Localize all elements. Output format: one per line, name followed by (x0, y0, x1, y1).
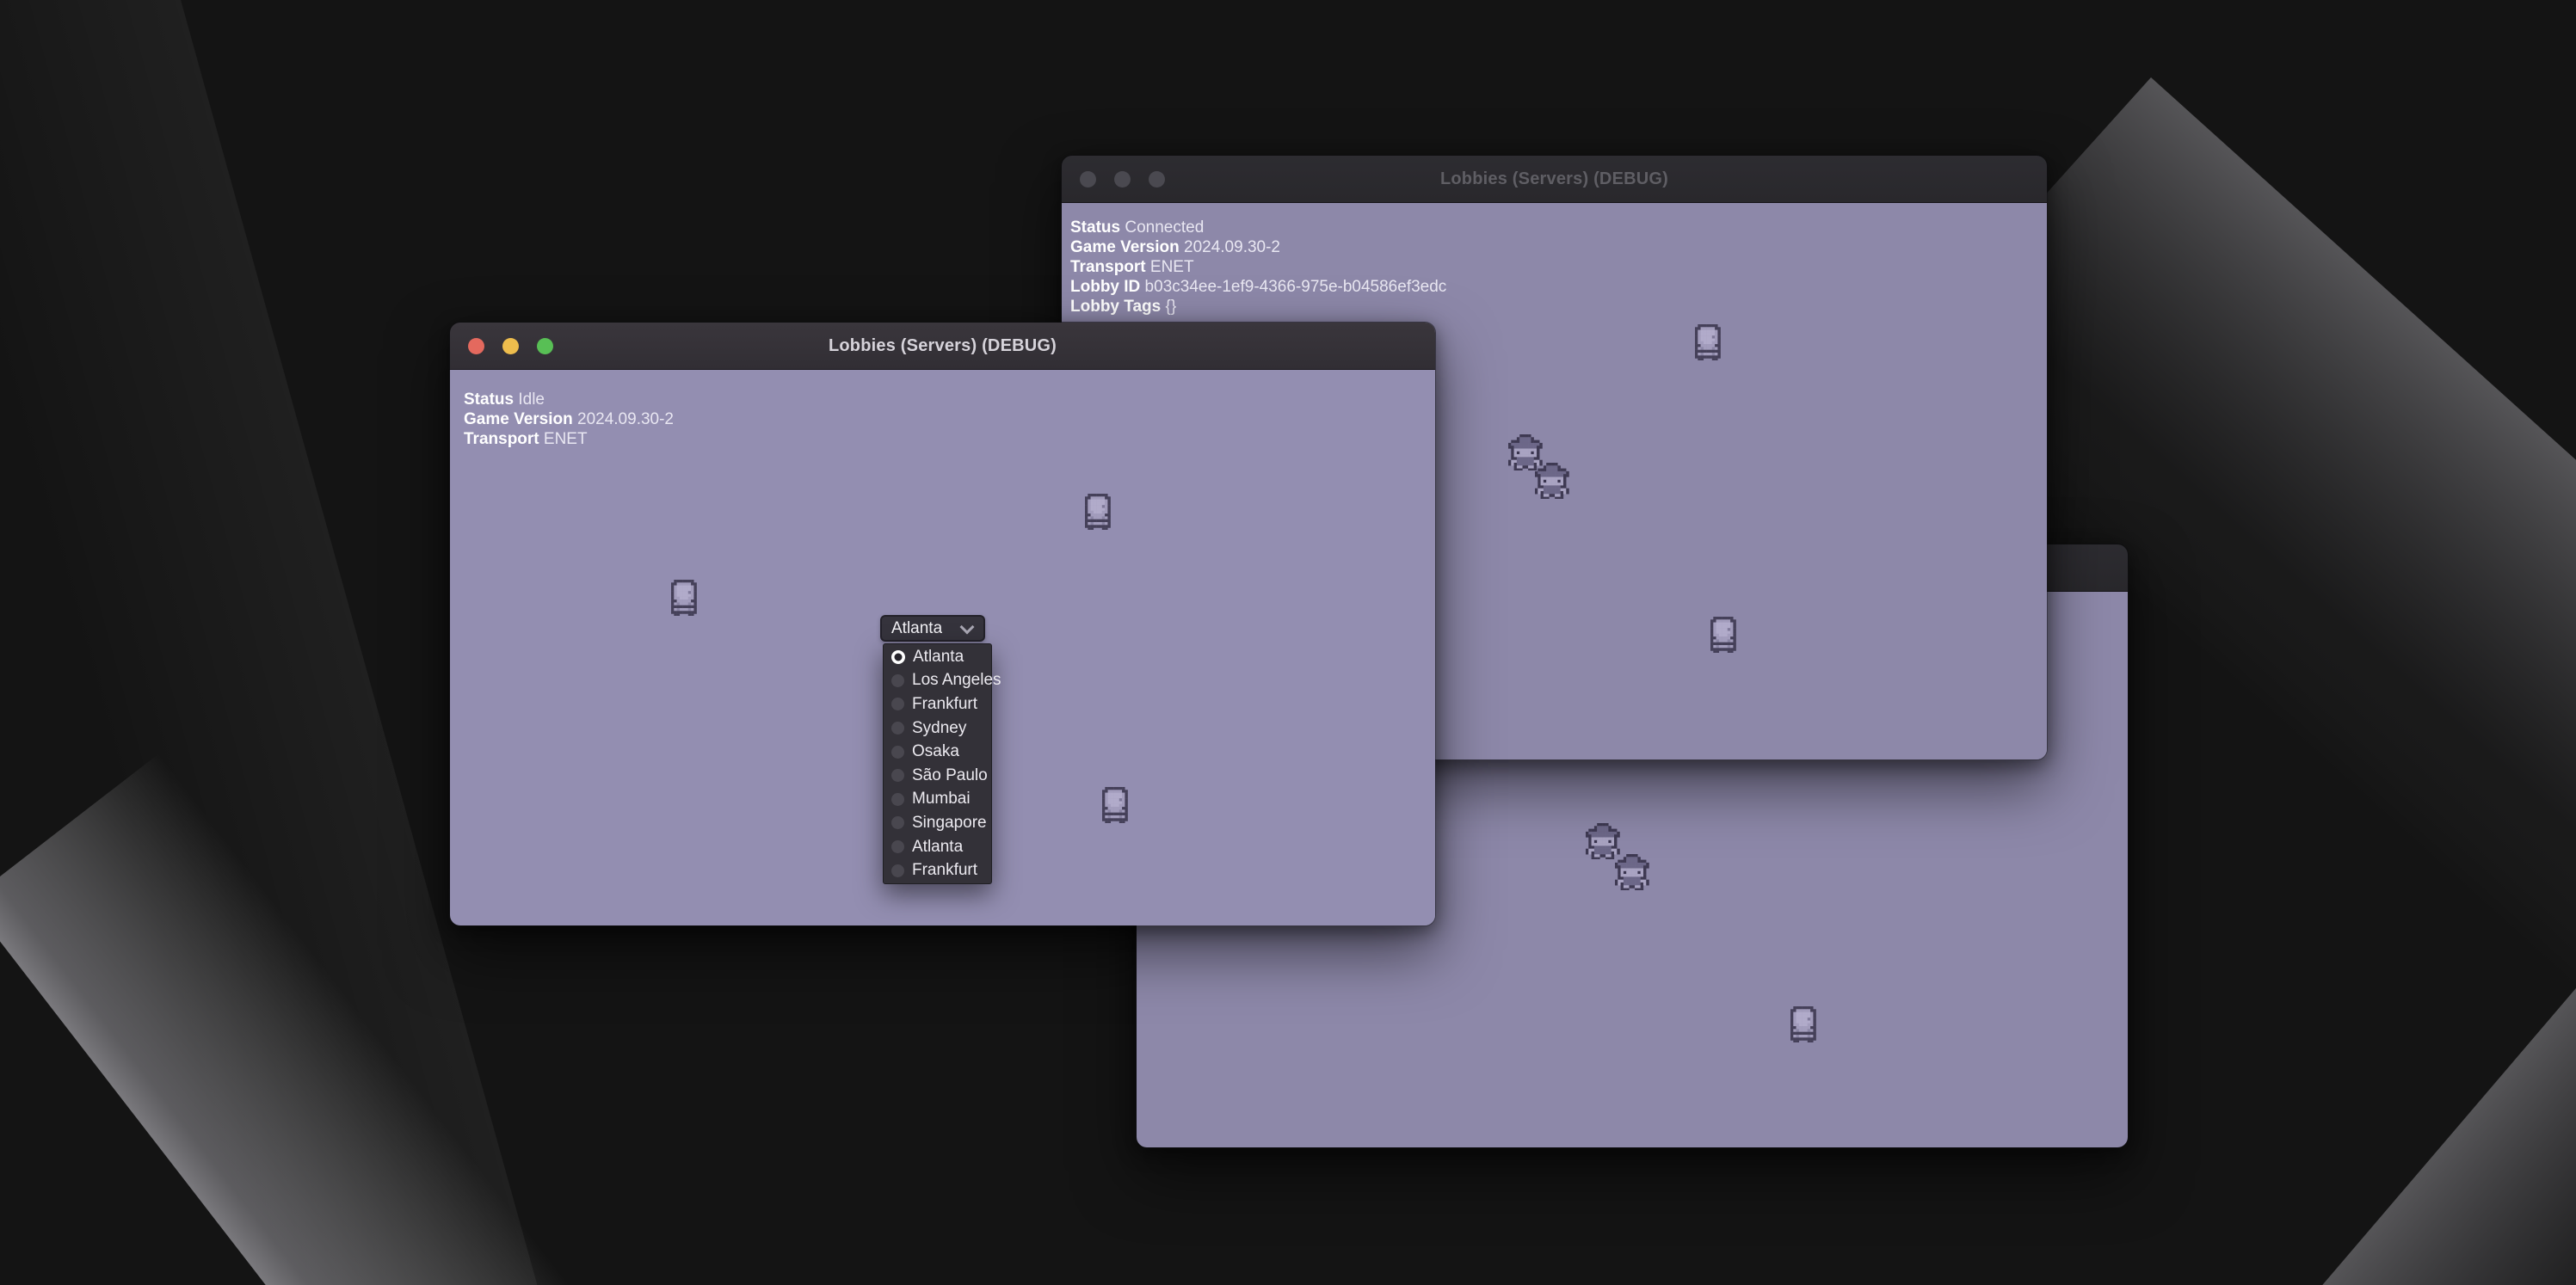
cowboy-sprite[interactable] (1535, 463, 1569, 500)
radio-icon (891, 816, 904, 829)
region-option-frankfurt[interactable]: Frankfurt (884, 692, 991, 716)
region-option-atlanta[interactable]: Atlanta (884, 835, 991, 859)
region-option-osaka[interactable]: Osaka (884, 740, 991, 764)
region-option-label: Frankfurt (912, 861, 977, 880)
radio-icon (891, 746, 904, 759)
radio-icon (891, 864, 904, 877)
server-pot-sprite[interactable] (1085, 494, 1113, 531)
region-option-label: Singapore (912, 814, 987, 833)
region-option-label: Sydney (912, 719, 966, 738)
cowboy-sprite[interactable] (1615, 854, 1649, 891)
region-dropdown-menu: Atlanta Los Angeles Frankfurt Sydney Osaka Sã… (883, 643, 992, 884)
region-option-mumbai[interactable]: Mumbai (884, 788, 991, 812)
region-select-value: Atlanta (882, 619, 942, 638)
region-option-s-o-paulo[interactable]: São Paulo (884, 764, 991, 788)
region-select[interactable]: Atlanta (880, 615, 985, 642)
radio-icon (891, 769, 904, 782)
radio-selected-icon (891, 650, 905, 664)
server-pot-sprite[interactable] (1695, 324, 1723, 361)
region-option-label: Atlanta (912, 838, 963, 857)
radio-icon (891, 722, 904, 735)
region-option-label: Mumbai (912, 790, 971, 809)
region-option-sydney[interactable]: Sydney (884, 716, 991, 741)
chevron-down-icon (960, 619, 975, 634)
region-option-atlanta[interactable]: Atlanta (884, 645, 991, 669)
region-option-label: Los Angeles (912, 671, 1001, 690)
server-pot-sprite[interactable] (1710, 617, 1739, 654)
radio-icon (891, 840, 904, 853)
region-option-label: Atlanta (913, 648, 964, 667)
region-option-label: Frankfurt (912, 695, 977, 714)
radio-icon (891, 698, 904, 710)
server-pot-sprite[interactable] (1790, 1006, 1819, 1043)
desktop-background: Lobbies (Servers) (DEBUG) Lobbies (Serve… (0, 0, 2576, 1285)
region-option-singapore[interactable]: Singapore (884, 811, 991, 835)
region-option-frankfurt[interactable]: Frankfurt (884, 858, 991, 882)
radio-icon (891, 793, 904, 806)
region-option-label: Osaka (912, 742, 959, 761)
server-pot-sprite[interactable] (1102, 787, 1131, 824)
region-option-los-angeles[interactable]: Los Angeles (884, 669, 991, 693)
window-lobbies-front: Lobbies (Servers) (DEBUG) Status IdleGam… (449, 322, 1436, 926)
region-option-label: São Paulo (912, 766, 988, 785)
radio-icon (891, 674, 904, 687)
server-pot-sprite[interactable] (671, 580, 699, 617)
